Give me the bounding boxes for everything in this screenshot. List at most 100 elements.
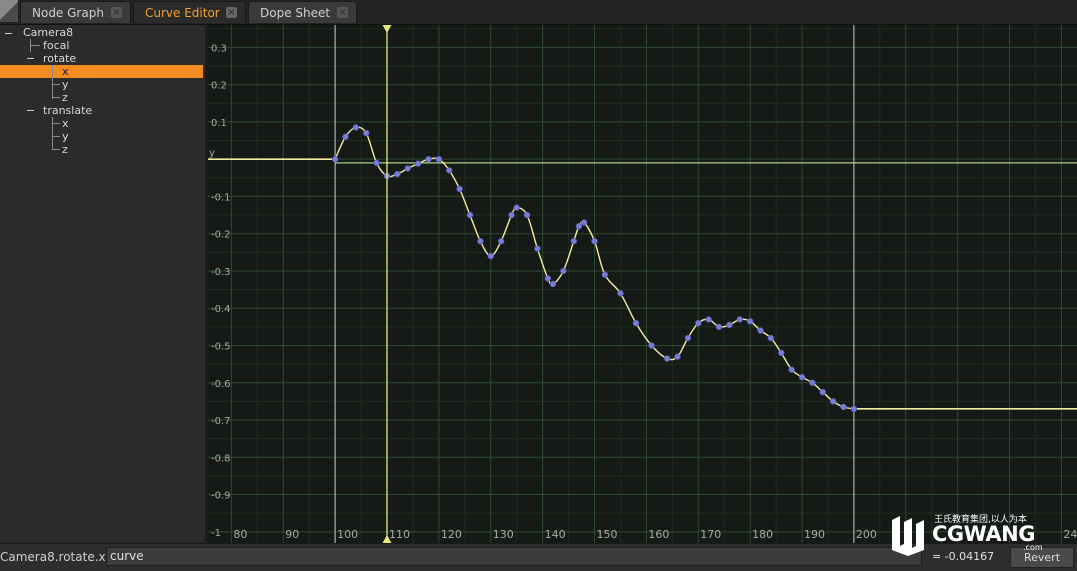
y-tick-label: -0.7 [211, 416, 231, 427]
y-tick-label: -0.3 [211, 267, 231, 278]
tab-label: Dope Sheet [260, 6, 331, 20]
keyframe-point[interactable] [829, 398, 837, 405]
tree-item-translate-x[interactable]: x [62, 117, 69, 130]
tab-curve-editor[interactable]: Curve Editor × [133, 1, 246, 23]
keyframe-point[interactable] [726, 321, 733, 329]
keyframe-point[interactable] [798, 373, 806, 381]
tree-item-rotate-y[interactable]: y [62, 78, 69, 91]
tree-item-translate[interactable]: translate [43, 104, 92, 117]
grid-major [208, 25, 1077, 543]
keyframe-point[interactable] [414, 160, 422, 167]
keyframe-point[interactable] [778, 349, 785, 357]
keyframe-point[interactable] [591, 237, 598, 245]
keyframe-point[interactable] [757, 327, 764, 334]
keyframe-point[interactable] [601, 271, 609, 278]
x-tick-label: 80 [233, 528, 247, 541]
keyframe-point[interactable] [580, 219, 588, 226]
close-icon[interactable]: × [226, 7, 237, 18]
keyframe-point[interactable] [560, 267, 567, 275]
keyframe-point[interactable] [549, 280, 557, 288]
reference-lines [334, 25, 1077, 543]
curve-plot[interactable]: 0.3 0.2 0.1 -0.1 -0.2 -0.3 -0.4 -0.5 -0.6 -0.7 -0.… [208, 25, 1077, 543]
keyframe-point[interactable] [477, 237, 484, 245]
keyframe-point[interactable] [487, 252, 494, 260]
keyframe-point[interactable] [788, 366, 795, 373]
current-frame-indicator[interactable] [382, 25, 392, 543]
keyframe-point[interactable] [523, 211, 531, 219]
keyframe-point[interactable] [342, 133, 349, 140]
tab-node-graph[interactable]: Node Graph × [20, 1, 131, 23]
cgwang-logo: 王氏教育集团,以人为本 CGWANG .com [890, 512, 1043, 556]
keyframe-point[interactable] [497, 237, 505, 245]
y-tick-label: -0.8 [211, 453, 231, 464]
curve-layer [208, 126, 1077, 410]
close-icon[interactable]: × [337, 7, 348, 18]
tree-item-translate-y[interactable]: y [62, 130, 69, 143]
keyframe-point[interactable] [684, 334, 692, 342]
keyframe-point[interactable] [394, 170, 401, 178]
x-tick-label: 190 [804, 528, 825, 541]
keyframe-point[interactable] [819, 388, 826, 396]
tab-bar: Node Graph × Curve Editor × Dope Sheet × [0, 0, 1077, 25]
keyframe-point[interactable] [570, 237, 577, 245]
y-tick-label: 0.2 [211, 81, 227, 92]
curve-tree: Camera8 focal rotate x y z translate x y… [0, 25, 208, 543]
keyframe-point[interactable] [363, 129, 370, 137]
tab-label: Node Graph [32, 6, 104, 20]
keyframe-point[interactable] [373, 159, 380, 167]
x-tick-label: 160 [648, 528, 669, 541]
keyframe-point[interactable] [663, 355, 671, 362]
tree-item-rotate-x[interactable]: x [0, 65, 203, 78]
keyframe-point[interactable] [508, 211, 515, 219]
tab-dope-sheet[interactable]: Dope Sheet × [248, 1, 357, 23]
keyframe-point[interactable] [425, 155, 432, 163]
keyframe-point[interactable] [736, 316, 743, 323]
x-tick-label: 90 [285, 528, 299, 541]
tree-item-translate-z[interactable]: z [62, 143, 68, 156]
keyframe-point[interactable] [534, 245, 541, 252]
keyframe-point[interactable] [695, 319, 702, 327]
keyframe-point[interactable] [617, 290, 624, 297]
collapse-icon[interactable] [27, 110, 34, 111]
curve-name-label: Camera8.rotate.x [0, 550, 106, 564]
keyframe-point[interactable] [840, 403, 847, 411]
logo-name: CGWANG [932, 522, 1035, 546]
expression-input[interactable]: curve [106, 547, 922, 566]
keyframe-point[interactable] [767, 334, 775, 342]
keyframe-point[interactable] [544, 275, 552, 282]
close-icon[interactable]: × [111, 7, 122, 18]
keyframe-point[interactable] [456, 185, 463, 193]
keyframe-point[interactable] [746, 318, 754, 325]
tree-item-rotate-z[interactable]: z [62, 91, 68, 104]
keyframe-point[interactable] [715, 323, 723, 331]
keyframe-point[interactable] [648, 342, 655, 349]
tree-line [30, 45, 40, 46]
tree-item-rotate[interactable]: rotate [43, 52, 76, 65]
keyframe-point[interactable] [674, 353, 681, 360]
keyframe-point[interactable] [352, 124, 360, 131]
keyframe-point[interactable] [850, 405, 858, 413]
y-tick-label: -0.1 [211, 192, 231, 203]
keyframe-point[interactable] [705, 316, 712, 323]
collapse-icon[interactable] [5, 33, 12, 34]
keyframe-point[interactable] [513, 204, 520, 211]
keyframe-point[interactable] [446, 167, 453, 174]
panel-menu-icon[interactable] [0, 0, 18, 22]
x-tick-label: 140 [545, 528, 566, 541]
x-tick-label: 150 [597, 528, 618, 541]
keyframe-point[interactable] [809, 379, 816, 386]
collapse-icon[interactable] [27, 58, 34, 59]
keyframe-point[interactable] [404, 165, 411, 172]
curve-canvas[interactable]: 0.3 0.2 0.1 -0.1 -0.2 -0.3 -0.4 -0.5 -0.6 -0.7 -0.… [208, 25, 1077, 543]
x-tick-label: 120 [441, 528, 462, 541]
keyframe-point[interactable] [435, 155, 443, 163]
keyframe-point[interactable] [331, 155, 339, 163]
tree-item-camera8[interactable]: Camera8 [23, 26, 73, 39]
keyframe-point[interactable] [575, 223, 583, 230]
tree-line [52, 136, 60, 137]
tree-item-focal[interactable]: focal [43, 39, 69, 52]
y-tick-label: -0.5 [211, 341, 231, 352]
y-axis-label: y [209, 148, 215, 159]
keyframe-point[interactable] [466, 211, 474, 219]
keyframe-point[interactable] [632, 319, 640, 327]
